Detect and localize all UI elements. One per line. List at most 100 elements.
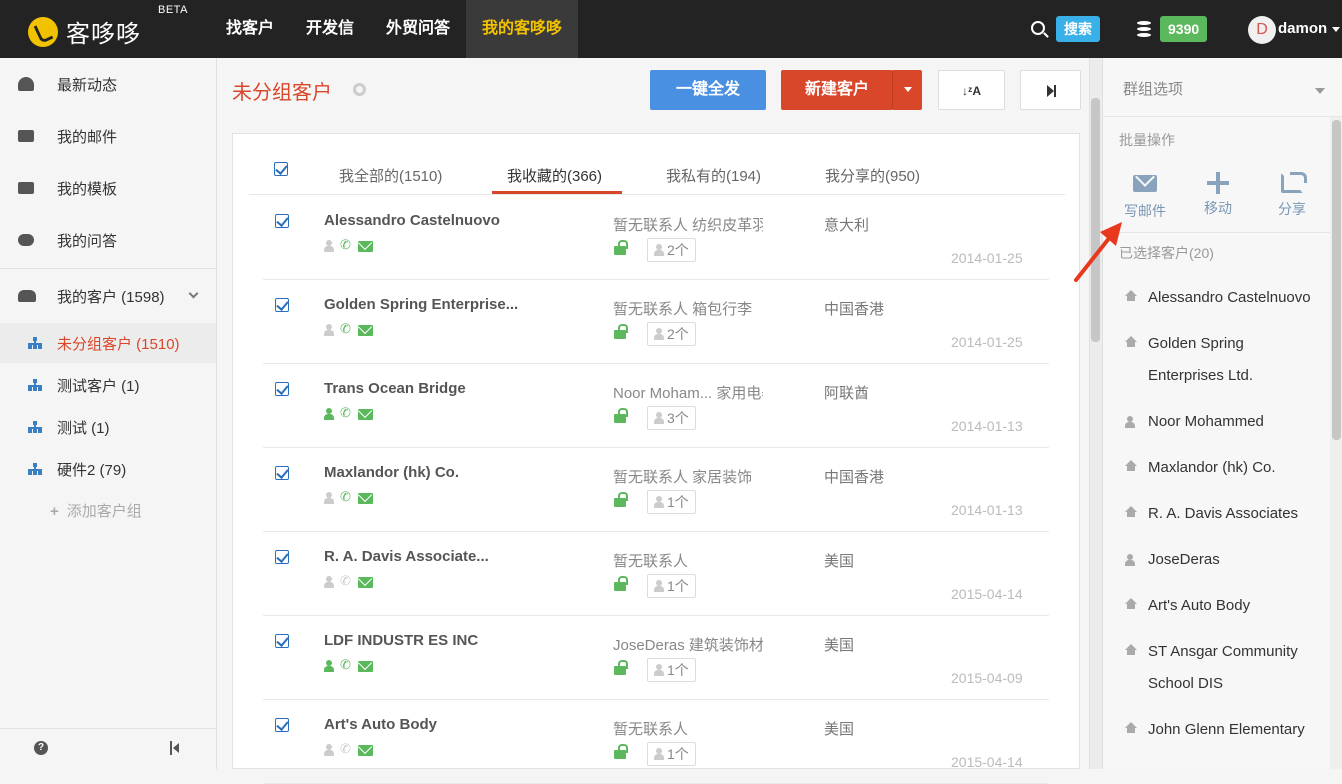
search-button[interactable]: 搜索 (1056, 16, 1100, 42)
avatar[interactable]: D (1248, 16, 1276, 44)
help-icon[interactable]: ? (34, 741, 48, 755)
tab-all[interactable]: 我全部的(1510) (339, 165, 442, 186)
sidebar-item-templates[interactable]: 我的模板 (0, 162, 216, 214)
date: 2014-01-25 (951, 250, 1023, 266)
tab-shared[interactable]: 我分享的(950) (825, 165, 920, 186)
group-item-test-customers[interactable]: 测试客户 (1) (0, 365, 216, 405)
share-button[interactable]: 分享 (1262, 172, 1322, 219)
unlock-icon[interactable] (614, 408, 628, 423)
table-row[interactable]: Maxlandor (hk) Co. 暂无联系人 家居装饰 1个 中国香港 2014-0… (263, 448, 1049, 532)
contact-count-badge[interactable]: 3个 (647, 406, 696, 430)
username[interactable]: damon (1278, 20, 1327, 37)
contact-count: 3个 (667, 410, 689, 426)
customer-name[interactable]: Maxlandor (hk) Co. (324, 464, 459, 481)
action-label: 分享 (1278, 201, 1306, 217)
selected-customer-item[interactable]: JoseDeras (1103, 540, 1329, 586)
contact-count-badge[interactable]: 2个 (647, 322, 696, 346)
credits-badge[interactable]: 9390 (1160, 16, 1208, 42)
new-customer-dropdown[interactable] (892, 70, 922, 110)
group-item-test[interactable]: 测试 (1) (0, 407, 216, 447)
customer-name[interactable]: Alessandro Castelnuovo (324, 212, 500, 229)
unlock-icon[interactable] (614, 744, 628, 759)
selected-customer-item[interactable]: Noor Mohammed (1103, 402, 1329, 448)
sitemap-icon (28, 463, 42, 475)
unlock-icon[interactable] (614, 492, 628, 507)
new-customer-button[interactable]: 新建客户 (781, 70, 893, 110)
tab-private[interactable]: 我私有的(194) (666, 165, 761, 186)
contact-count-badge[interactable]: 1个 (647, 742, 696, 766)
unlock-icon[interactable] (614, 660, 628, 675)
selected-customer-item[interactable]: ST Ansgar Community School DIS (1103, 632, 1329, 710)
selected-customer-item[interactable]: John Glenn Elementary (1103, 710, 1329, 756)
table-row[interactable]: Art's Auto Body 暂无联系人 1个 美国 2015-04-14 (263, 700, 1049, 784)
customer-name[interactable]: Art's Auto Body (324, 716, 437, 733)
sidebar-item-mail[interactable]: 我的邮件 (0, 110, 216, 162)
selected-customer-item[interactable]: Alessandro Castelnuovo (1103, 278, 1329, 324)
unlock-icon[interactable] (614, 324, 628, 339)
row-checkbox[interactable] (275, 382, 289, 396)
customer-name[interactable]: Trans Ocean Bridge (324, 380, 466, 397)
table-row[interactable]: Trans Ocean Bridge Noor Moham... 家用电器 3个 阿联… (263, 364, 1049, 448)
sort-alpha-icon: ↓ᶻA (961, 84, 981, 98)
panel-header[interactable]: 群组选项 (1103, 58, 1342, 117)
table-row[interactable]: R. A. Davis Associate... 暂无联系人 1个 美国 2015-04… (263, 532, 1049, 616)
contact-count-badge[interactable]: 1个 (647, 574, 696, 598)
sidebar-item-qa[interactable]: 我的问答 (0, 214, 216, 266)
contact-count-badge[interactable]: 1个 (647, 658, 696, 682)
selected-customer-item[interactable]: Maxlandor (hk) Co. (1103, 448, 1329, 494)
nav-qa[interactable]: 外贸问答 (370, 0, 466, 58)
nav-outreach[interactable]: 开发信 (290, 0, 370, 58)
sidebar-item-news[interactable]: 最新动态 (0, 58, 216, 110)
tab-favorites[interactable]: 我收藏的(366) (507, 165, 602, 186)
chevron-down-icon[interactable] (1315, 88, 1325, 94)
row-checkbox[interactable] (275, 634, 289, 648)
group-item-hardware2[interactable]: 硬件2 (79) (0, 449, 216, 489)
selected-customer-name: Art's Auto Body (1148, 597, 1251, 614)
row-checkbox[interactable] (275, 466, 289, 480)
logo-text: 客哆哆 (66, 21, 141, 48)
table-row[interactable]: LDF INDUSTR ES INC JoseDeras 建筑装饰材料 1个 美国 20… (263, 616, 1049, 700)
table-row[interactable]: Alessandro Castelnuovo 暂无联系人 纺织皮革羽绒 2个 意大利 2… (263, 196, 1049, 280)
logo[interactable]: 客哆哆 (28, 14, 141, 49)
send-all-button[interactable]: 一键全发 (650, 70, 766, 110)
person-icon (654, 748, 664, 760)
annotation-arrow (1074, 222, 1122, 282)
write-mail-button[interactable]: 写邮件 (1115, 172, 1175, 221)
row-checkbox[interactable] (275, 214, 289, 228)
unlock-icon[interactable] (614, 576, 628, 591)
unlock-icon[interactable] (614, 240, 628, 255)
collapse-sidebar-icon[interactable] (170, 741, 180, 755)
nav-my-kdd[interactable]: 我的客哆哆 (466, 0, 579, 58)
nav-find-customers[interactable]: 找客户 (210, 0, 290, 58)
add-group-button[interactable]: + 添加客户组 (50, 500, 142, 521)
selected-customer-item[interactable]: Golden Spring Enterprises Ltd. (1103, 324, 1329, 402)
chevron-down-icon[interactable] (1332, 27, 1340, 32)
group-item-ungrouped[interactable]: 未分组客户 (1510) (0, 323, 216, 363)
panel-scrollbar-thumb[interactable] (1332, 120, 1341, 440)
contact-icons (324, 489, 373, 505)
sort-button[interactable]: ↓ᶻA (938, 70, 1005, 110)
share-icon (1281, 172, 1307, 193)
table-row[interactable]: Golden Spring Enterprise... 暂无联系人 箱包行李 2个 中… (263, 280, 1049, 364)
customer-name[interactable]: R. A. Davis Associate... (324, 548, 489, 565)
selected-customer-item[interactable]: Art's Auto Body (1103, 586, 1329, 632)
contact-count-badge[interactable]: 1个 (647, 490, 696, 514)
row-checkbox[interactable] (275, 550, 289, 564)
selected-customer-item[interactable]: R. A. Davis Associates (1103, 494, 1329, 540)
chevron-down-icon[interactable] (188, 288, 199, 299)
home-icon (1125, 290, 1137, 301)
selected-customer-name: John Glenn Elementary (1148, 721, 1305, 738)
contact-count-badge[interactable]: 2个 (647, 238, 696, 262)
row-checkbox[interactable] (275, 298, 289, 312)
select-all-checkbox[interactable] (274, 162, 288, 176)
gear-icon[interactable] (353, 83, 366, 96)
customer-name[interactable]: LDF INDUSTR ES INC (324, 632, 478, 649)
row-checkbox[interactable] (275, 718, 289, 732)
sidebar-item-customers[interactable]: 我的客户 (1598) (0, 270, 216, 322)
contact-count: 1个 (667, 662, 689, 678)
move-button[interactable]: 移动 (1188, 172, 1248, 218)
customer-name[interactable]: Golden Spring Enterprise... (324, 296, 518, 313)
search-icon[interactable] (1031, 21, 1045, 35)
next-page-button[interactable] (1020, 70, 1081, 110)
top-navbar: 客哆哆 BETA 找客户 开发信 外贸问答 我的客哆哆 搜索 9390 D da… (0, 0, 1342, 58)
